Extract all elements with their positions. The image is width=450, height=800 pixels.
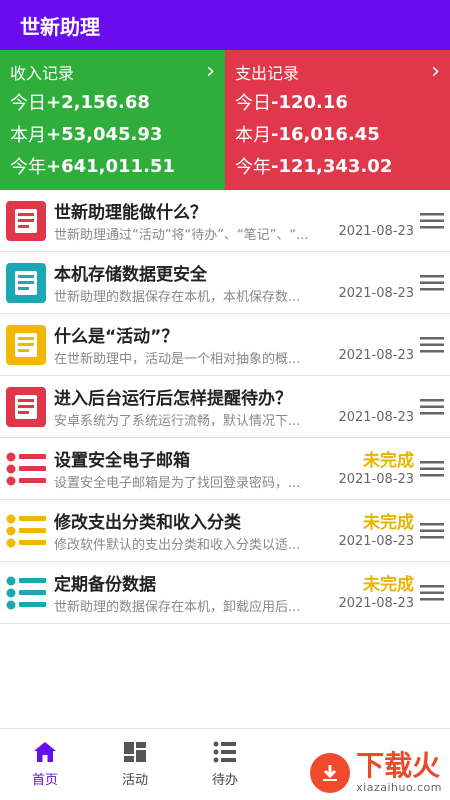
tab-todo[interactable]: 待办 xyxy=(180,729,270,800)
expense-year: 今年 -121,343.02 xyxy=(235,155,393,179)
item-subtitle: 世新助理通过“活动”将“待办”、“笔记”、“... xyxy=(54,228,309,243)
item-date: 2021-08-23 xyxy=(338,534,414,549)
grid-icon xyxy=(124,742,146,762)
drag-handle-icon[interactable] xyxy=(414,252,450,313)
item-list: 世新助理能做什么？ 世新助理通过“活动”将“待办”、“笔记”、“... 2021-0… xyxy=(0,190,450,624)
item-content: 修改支出分类和收入分类 未完成修改软件默认的支出分类和收入分类以适... 2021-… xyxy=(54,500,414,561)
expense-today: 今日 -120.16 xyxy=(235,91,348,115)
income-panel[interactable]: 收入记录 › 今日 +2,156.68 本月 +53,045.93 今年 +641,0… xyxy=(0,50,225,190)
app-bar: 世新助理 xyxy=(0,0,450,50)
todo-list-icon xyxy=(6,511,46,551)
item-title: 定期备份数据 xyxy=(54,575,156,595)
tab-activity[interactable]: 活动 xyxy=(90,729,180,800)
item-subtitle: 安卓系统为了系统运行流畅，默认情况下... xyxy=(54,414,301,429)
list-item[interactable]: 本机存储数据更安全世新助理的数据保存在本机，本机保存数... 2021-08-23 xyxy=(0,252,450,314)
download-icon xyxy=(310,752,351,793)
item-content: 进入后台运行后怎样提醒待办？ 安卓系统为了系统运行流畅，默认情况下... 2021-… xyxy=(54,376,414,437)
item-date: 2021-08-23 xyxy=(338,348,414,363)
item-content: 本机存储数据更安全世新助理的数据保存在本机，本机保存数... 2021-08-23 xyxy=(54,252,414,313)
app-screen: 世新助理 收入记录 › 今日 +2,156.68 本月 +53,045.93 今年 +… xyxy=(0,0,450,800)
watermark-sub: xiazaihuo.com xyxy=(356,781,442,794)
tab-home[interactable]: 首页 xyxy=(0,729,90,800)
item-title: 进入后台运行后怎样提醒待办？ xyxy=(54,389,292,409)
item-subtitle: 设置安全电子邮箱是为了找回登录密码，... xyxy=(54,476,301,491)
status-badge: 未完成 xyxy=(363,513,414,533)
item-date: 2021-08-23 xyxy=(338,472,414,487)
status-badge: 未完成 xyxy=(363,451,414,471)
list-item[interactable]: 进入后台运行后怎样提醒待办？ 安卓系统为了系统运行流畅，默认情况下... 2021-… xyxy=(0,376,450,438)
list-item[interactable]: 世新助理能做什么？ 世新助理通过“活动”将“待办”、“笔记”、“... 2021-0… xyxy=(0,190,450,252)
item-subtitle: 修改软件默认的支出分类和收入分类以适... xyxy=(54,538,301,553)
item-date: 2021-08-23 xyxy=(338,596,414,611)
item-date: 2021-08-23 xyxy=(338,410,414,425)
drag-handle-icon[interactable] xyxy=(414,438,450,499)
item-title: 世新助理能做什么？ xyxy=(54,203,207,223)
list-item[interactable]: 设置安全电子邮箱 未完成设置安全电子邮箱是为了找回登录密码，... 2021-08-… xyxy=(0,438,450,500)
note-icon xyxy=(6,324,46,365)
bottom-nav: 首页 活动 待办 下载火 xiazaihuo.com xyxy=(0,728,450,800)
drag-handle-icon[interactable] xyxy=(414,376,450,437)
drag-handle-icon[interactable] xyxy=(414,562,450,623)
chevron-right-icon: › xyxy=(206,59,215,84)
income-month: 本月 +53,045.93 xyxy=(10,123,163,147)
item-subtitle: 在世新助理中，活动是一个相对抽象的概... xyxy=(54,352,301,367)
income-year: 今年 +641,011.51 xyxy=(10,155,175,179)
income-today: 今日 +2,156.68 xyxy=(10,91,150,115)
item-date: 2021-08-23 xyxy=(338,224,414,239)
expense-title: 支出记录 xyxy=(235,64,300,83)
note-icon xyxy=(6,200,46,241)
expense-panel[interactable]: 支出记录 › 今日 -120.16 本月 -16,016.45 今年 -121,343… xyxy=(225,50,450,190)
drag-handle-icon[interactable] xyxy=(414,190,450,251)
summary-panels: 收入记录 › 今日 +2,156.68 本月 +53,045.93 今年 +641,0… xyxy=(0,50,450,190)
app-title: 世新助理 xyxy=(20,14,100,39)
watermark-logo: 下载火 xiazaihuo.com xyxy=(310,751,442,794)
item-title: 设置安全电子邮箱 xyxy=(54,451,190,471)
item-title: 什么是“活动”？ xyxy=(54,327,179,347)
item-content: 什么是“活动”？ 在世新助理中，活动是一个相对抽象的概... 2021-08-23 xyxy=(54,314,414,375)
income-title: 收入记录 xyxy=(10,64,75,83)
watermark-text: 下载火 xyxy=(356,749,441,782)
item-title: 修改支出分类和收入分类 xyxy=(54,513,241,533)
item-content: 世新助理能做什么？ 世新助理通过“活动”将“待办”、“笔记”、“... 2021-0… xyxy=(54,190,414,251)
status-badge: 未完成 xyxy=(363,575,414,595)
tab-todo-label: 待办 xyxy=(211,773,238,788)
item-subtitle: 世新助理的数据保存在本机，本机保存数... xyxy=(54,290,301,305)
drag-handle-icon[interactable] xyxy=(414,314,450,375)
list-item[interactable]: 定期备份数据 未完成世新助理的数据保存在本机，卸载应用后... 2021-08-23 xyxy=(0,562,450,624)
item-date: 2021-08-23 xyxy=(338,286,414,301)
item-subtitle: 世新助理的数据保存在本机，卸载应用后... xyxy=(54,600,301,615)
todo-list-icon xyxy=(6,573,46,613)
chevron-right-icon: › xyxy=(431,59,440,84)
todo-list-icon xyxy=(6,449,46,489)
expense-month: 本月 -16,016.45 xyxy=(235,123,380,147)
list-item[interactable]: 修改支出分类和收入分类 未完成修改软件默认的支出分类和收入分类以适... 2021-… xyxy=(0,500,450,562)
drag-handle-icon[interactable] xyxy=(414,500,450,561)
item-title: 本机存储数据更安全 xyxy=(54,265,207,285)
item-content: 设置安全电子邮箱 未完成设置安全电子邮箱是为了找回登录密码，... 2021-08-… xyxy=(54,438,414,499)
list-icon xyxy=(213,741,236,763)
note-icon xyxy=(6,262,46,303)
tab-activity-label: 活动 xyxy=(121,773,148,788)
list-item[interactable]: 什么是“活动”？ 在世新助理中，活动是一个相对抽象的概... 2021-08-23 xyxy=(0,314,450,376)
note-icon xyxy=(6,386,46,427)
tab-home-label: 首页 xyxy=(31,773,58,788)
home-icon xyxy=(34,742,56,762)
item-content: 定期备份数据 未完成世新助理的数据保存在本机，卸载应用后... 2021-08-23 xyxy=(54,562,414,623)
